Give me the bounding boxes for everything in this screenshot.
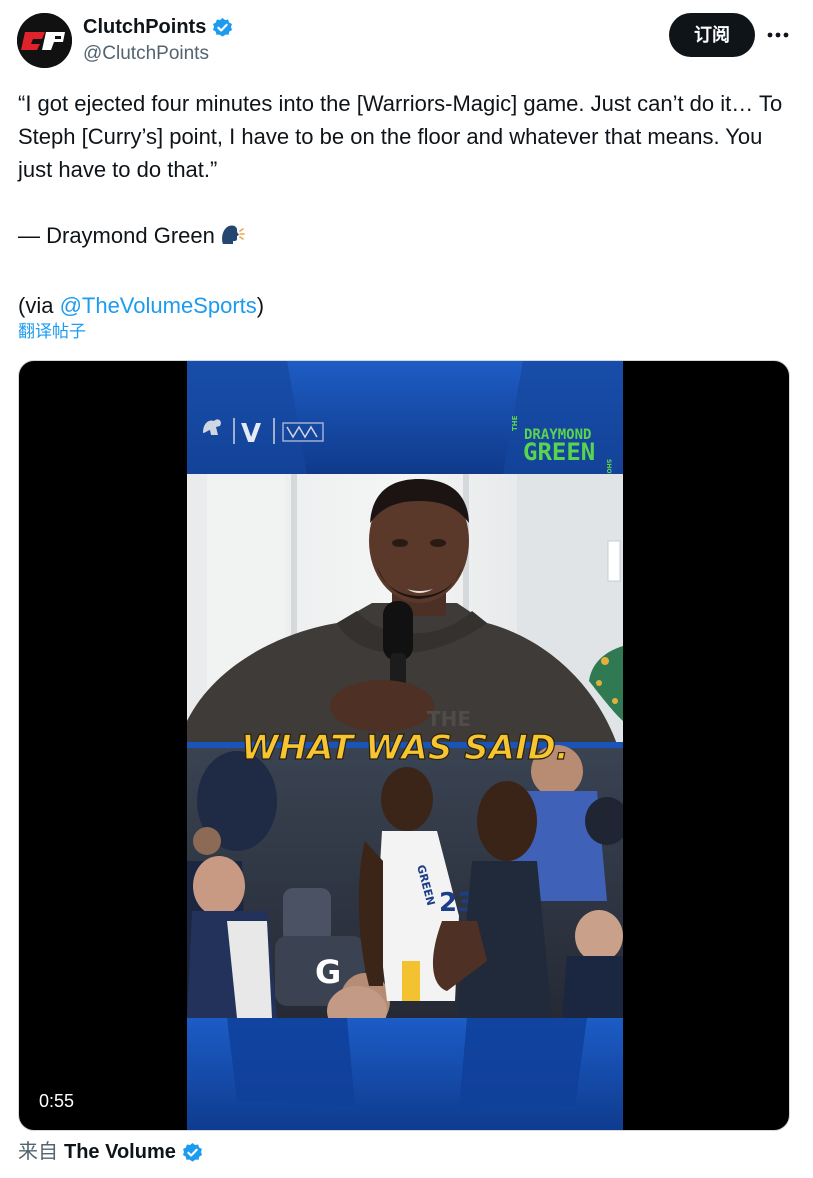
via-prefix: (via xyxy=(18,293,60,318)
speaking-head-icon xyxy=(219,223,245,256)
source-name-link[interactable]: The Volume xyxy=(64,1138,176,1166)
translate-post-link[interactable]: 翻译帖子 xyxy=(18,319,86,345)
tweet-attribution-line: — Draymond Green xyxy=(18,219,798,256)
video-player[interactable]: V THE DRAYMOND GREEN SHOW THE G GREEN 23… xyxy=(18,360,790,1131)
video-source: 来自 The Volume xyxy=(18,1138,203,1166)
video-caption: WHAT WAS SAID. xyxy=(241,728,569,768)
avatar[interactable] xyxy=(17,13,72,68)
subscribe-button[interactable]: 订阅 xyxy=(669,13,755,57)
tweet-attribution: — Draymond Green xyxy=(18,223,215,248)
show-logo-line2: GREEN xyxy=(523,438,595,466)
tweet-quote: “I got ejected four minutes into the [Wa… xyxy=(18,91,783,182)
author-handle[interactable]: @ClutchPoints xyxy=(83,41,209,67)
source-prefix: 来自 xyxy=(18,1141,58,1163)
tweet-text: “I got ejected four minutes into the [Wa… xyxy=(18,87,798,322)
verified-badge-icon xyxy=(212,17,233,38)
more-horizontal-icon[interactable] xyxy=(763,20,793,50)
sponsor-v-text: V xyxy=(241,419,261,449)
verified-badge-icon xyxy=(182,1142,203,1163)
video-duration: 0:55 xyxy=(31,1087,83,1115)
video-frame: V THE DRAYMOND GREEN SHOW THE G GREEN 23… xyxy=(187,361,623,1130)
author-name[interactable]: ClutchPoints xyxy=(83,14,206,40)
author-name-row[interactable]: ClutchPoints xyxy=(83,14,233,40)
via-suffix: ) xyxy=(256,293,265,318)
show-logo-the: THE xyxy=(511,415,519,431)
court-letter: G xyxy=(315,953,341,991)
via-mention-link[interactable]: @TheVolumeSports xyxy=(60,293,257,318)
tweet-via-line: (via @TheVolumeSports) xyxy=(18,289,798,322)
